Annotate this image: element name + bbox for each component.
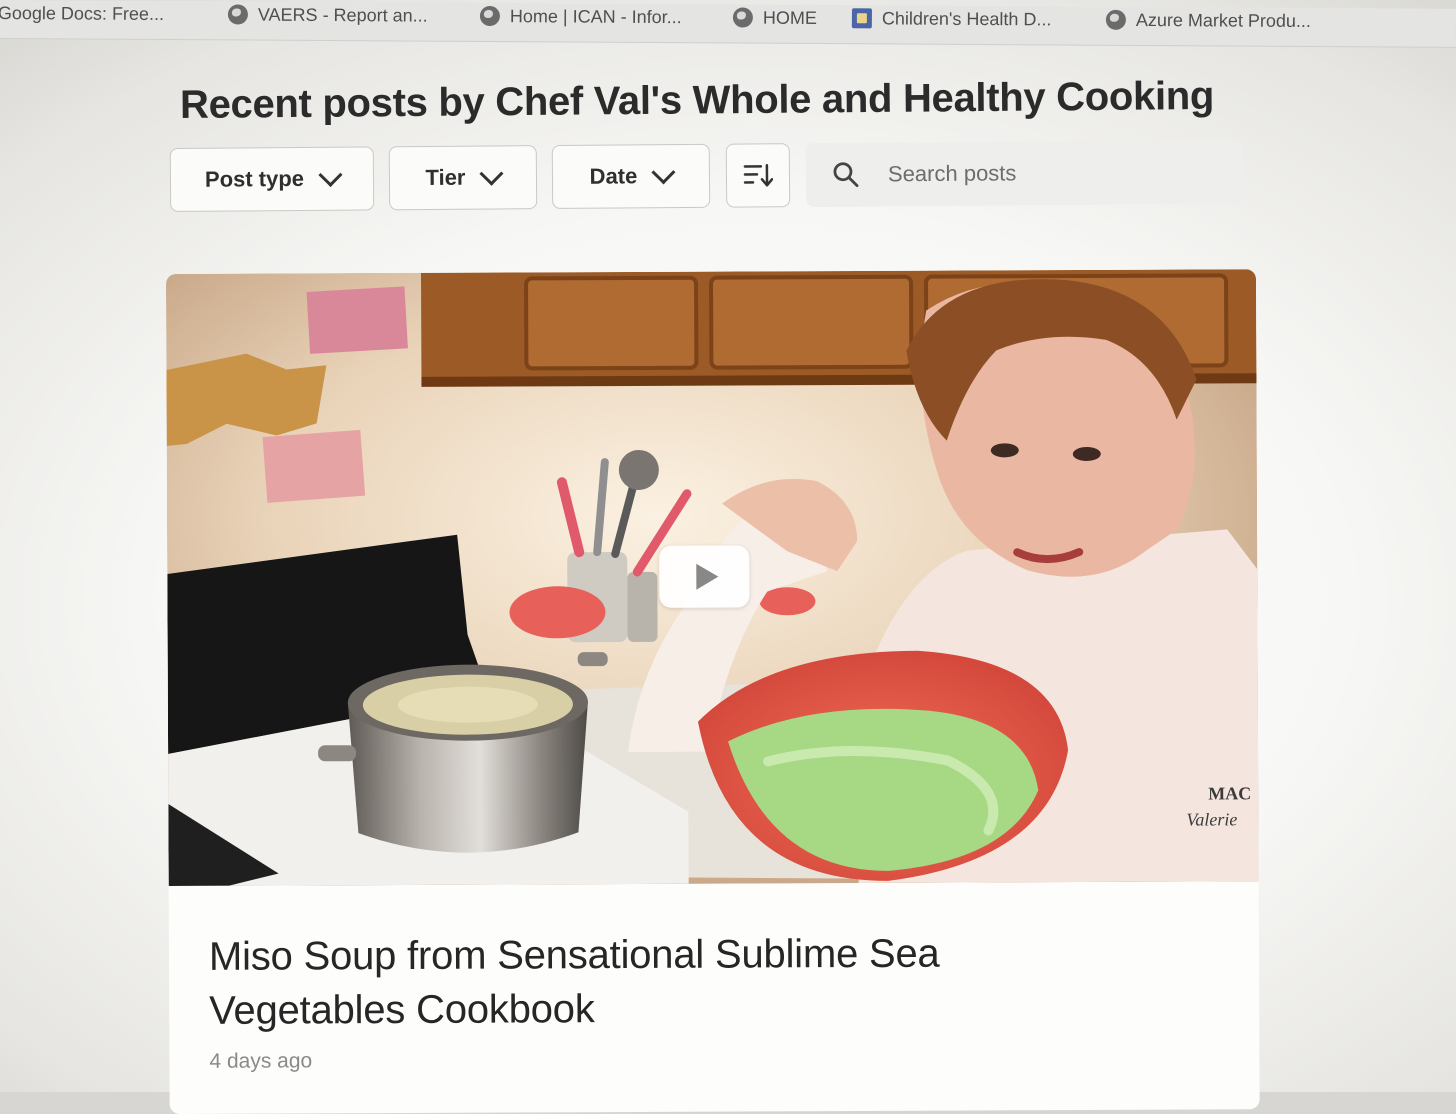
chd-icon — [852, 8, 872, 28]
apron-text-line1: MAC — [1208, 783, 1251, 803]
sort-icon — [743, 162, 773, 188]
tier-dropdown[interactable]: Tier — [389, 145, 537, 210]
post-title[interactable]: Miso Soup from Sensational Sublime Sea V… — [209, 926, 1089, 1038]
bookmark-label: Home | ICAN - Infor... — [510, 6, 682, 28]
bookmark-azure[interactable]: Azure Market Produ... — [1106, 7, 1311, 34]
bookmark-childrens-health[interactable]: Children's Health D... — [852, 5, 1052, 32]
post-type-label: Post type — [205, 166, 304, 193]
bookmark-label: VAERS - Report an... — [258, 4, 428, 26]
search-input[interactable] — [886, 158, 1190, 188]
bookmark-ican[interactable]: Home | ICAN - Infor... — [480, 3, 682, 30]
post-type-dropdown[interactable]: Post type — [170, 146, 374, 212]
bookmark-label: Google Docs: Free... — [0, 2, 164, 24]
globe-icon — [1106, 10, 1126, 30]
bookmark-google-docs[interactable]: Google Docs: Free... — [0, 0, 164, 27]
bookmark-home[interactable]: HOME — [733, 4, 817, 31]
globe-icon — [228, 4, 248, 24]
filter-bar: Post type Tier Date — [170, 134, 1251, 222]
bookmark-vaers[interactable]: VAERS - Report an... — [228, 1, 428, 28]
chevron-down-icon — [318, 162, 342, 186]
bookmark-label: Children's Health D... — [882, 8, 1052, 30]
page-title: Recent posts by Chef Val's Whole and Hea… — [180, 74, 1214, 128]
video-thumbnail[interactable]: MAC Valerie — [166, 269, 1259, 886]
post-card[interactable]: MAC Valerie Miso Soup from Sensational S… — [166, 269, 1260, 1114]
apron-text-line2: Valerie — [1186, 809, 1237, 829]
globe-icon — [480, 6, 500, 26]
date-dropdown[interactable]: Date — [552, 144, 710, 209]
sort-button[interactable] — [726, 143, 791, 208]
play-icon — [696, 564, 718, 590]
chevron-down-icon — [480, 161, 504, 185]
date-label: Date — [590, 163, 638, 189]
chevron-down-icon — [652, 160, 676, 184]
play-button[interactable] — [659, 545, 749, 607]
bookmark-label: Azure Market Produ... — [1136, 9, 1311, 31]
search-box — [806, 140, 1242, 207]
globe-icon — [733, 7, 753, 27]
post-date: 4 days ago — [209, 1049, 312, 1073]
tier-label: Tier — [425, 165, 465, 191]
bookmark-label: HOME — [763, 7, 817, 28]
search-icon — [832, 161, 860, 189]
